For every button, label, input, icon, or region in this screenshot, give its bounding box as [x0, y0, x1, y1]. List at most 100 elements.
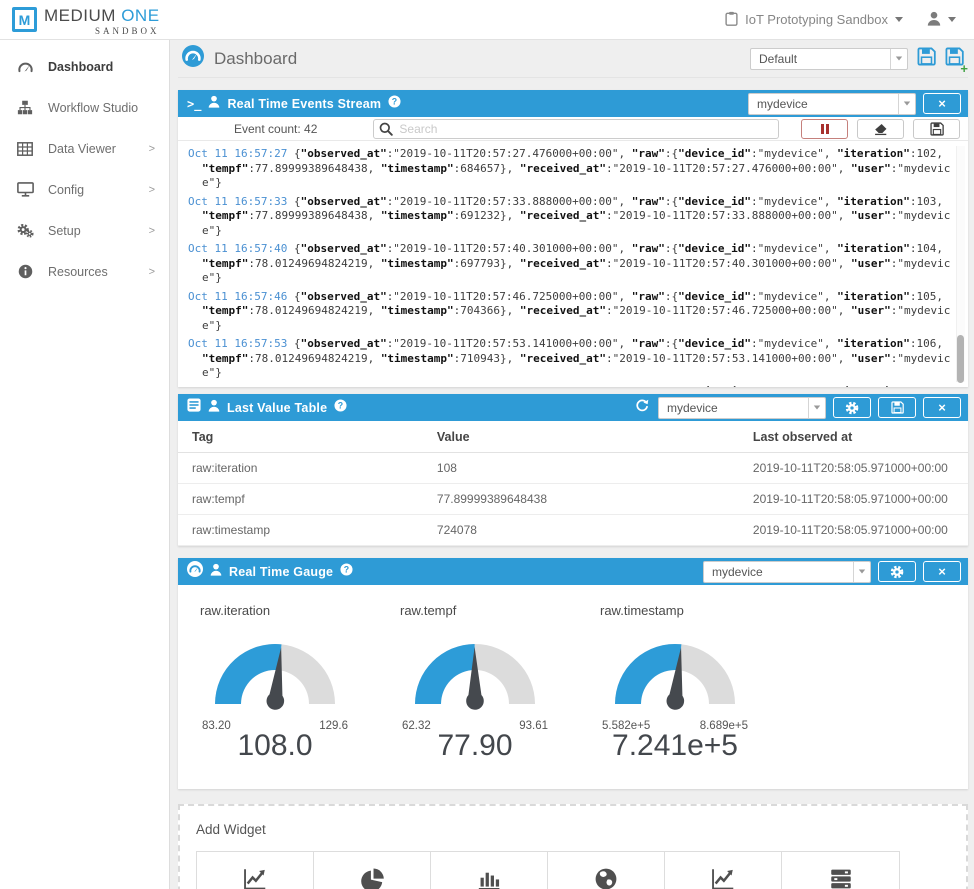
sidebar-item-dashboard[interactable]: Dashboard — [0, 46, 169, 87]
clear-stream-button[interactable] — [857, 119, 904, 139]
user-menu[interactable] — [927, 11, 956, 29]
add-widget-pie-chart[interactable]: Grouped UsersPie Chart — [314, 852, 431, 889]
chevron-down-icon — [895, 17, 903, 22]
terminal-icon: >_ — [187, 97, 201, 111]
gauge-chart — [600, 630, 750, 714]
last-observed-cell: 2019-10-11T20:58:05.971000+00:00 — [739, 484, 968, 515]
widget-type-strip: Grouped UsersLine ChartGrouped UsersPie … — [196, 851, 900, 889]
chevron-down-icon — [808, 398, 825, 418]
sidebar-item-label: Resources — [48, 265, 149, 279]
logo-mark-icon: M — [12, 7, 37, 32]
close-panel-button[interactable]: × — [923, 93, 961, 114]
geopoint-icon — [552, 865, 660, 889]
add-widget-geopoint-chart[interactable]: Grouped UsersGeoPoint Chart — [548, 852, 665, 889]
chevron-right-icon: > — [149, 143, 155, 155]
close-icon: × — [938, 400, 946, 415]
events-log[interactable]: Oct 11 16:57:27 {"observed_at":"2019-10-… — [178, 141, 968, 387]
sidebar-item-config[interactable]: Config> — [0, 169, 169, 210]
close-panel-button[interactable]: × — [923, 397, 961, 418]
save-dashboard-button[interactable] — [917, 47, 936, 71]
close-icon: × — [938, 564, 946, 579]
add-widget-cross-filter-chart[interactable]: Single UserCross Filter Chart — [782, 852, 899, 889]
tachometer-icon — [16, 59, 34, 74]
workspace-label: IoT Prototyping Sandbox — [745, 12, 888, 27]
save-button[interactable] — [878, 397, 916, 418]
sidebar-item-resources[interactable]: Resources> — [0, 251, 169, 292]
table-row[interactable]: raw:iteration1082019-10-11T20:58:05.9710… — [178, 453, 968, 484]
pie-chart-icon — [318, 865, 426, 889]
gear-icon — [845, 401, 859, 415]
refresh-icon[interactable] — [635, 398, 649, 417]
event-log-entry: Oct 11 16:57:33 {"observed_at":"2019-10-… — [188, 195, 952, 239]
chevron-down-icon — [898, 94, 915, 114]
settings-button[interactable] — [878, 561, 916, 582]
user-icon — [208, 399, 220, 417]
sidebar-item-label: Workflow Studio — [48, 101, 155, 115]
close-panel-button[interactable]: × — [923, 561, 961, 582]
last-observed-cell: 2019-10-11T20:58:05.971000+00:00 — [739, 515, 968, 546]
help-icon[interactable]: ? — [334, 399, 347, 417]
event-log-entry: Oct 11 16:57:46 {"observed_at":"2019-10-… — [188, 290, 952, 334]
add-widget-bar-chart[interactable]: Grouped UsersBar Chart — [431, 852, 548, 889]
event-log-entry: Oct 11 16:57:40 {"observed_at":"2019-10-… — [188, 242, 952, 286]
dashboard-select[interactable]: Default — [750, 48, 908, 70]
event-log-entry: Oct 11 16:57:59 {"observed_at":"2019-10-… — [188, 385, 952, 388]
chevron-down-icon — [890, 49, 907, 69]
gauge-icon — [187, 561, 203, 582]
panel-title: Last Value Table — [227, 401, 327, 415]
events-stream-header: >_ Real Time Events Stream ? mydevice × — [178, 90, 968, 117]
gauge-chart — [400, 630, 550, 714]
add-widget-line-chart[interactable]: Single UserLine Chart — [665, 852, 782, 889]
events-stream-panel: >_ Real Time Events Stream ? mydevice × … — [178, 90, 968, 387]
brand-name: MEDIUM ONE — [44, 7, 160, 24]
sitemap-icon — [16, 100, 34, 115]
brand-subtitle: SANDBOX — [44, 27, 160, 36]
top-bar: M MEDIUM ONE SANDBOX IoT Prototyping San… — [0, 0, 974, 40]
line-chart-icon — [669, 865, 777, 889]
gear-icon — [890, 565, 904, 579]
save-as-new-dashboard-button[interactable]: + — [945, 47, 964, 71]
pause-icon — [821, 124, 824, 134]
device-select[interactable]: mydevice — [703, 561, 871, 583]
sidebar-item-workflow-studio[interactable]: Workflow Studio — [0, 87, 169, 128]
cross-filter-icon — [786, 865, 895, 889]
add-widget-title: Add Widget — [196, 822, 950, 837]
last-observed-cell: 2019-10-11T20:58:05.971000+00:00 — [739, 453, 968, 484]
device-select[interactable]: mydevice — [658, 397, 826, 419]
tag-cell: raw:timestamp — [178, 515, 423, 546]
svg-text:?: ? — [392, 96, 397, 106]
chevron-down-icon — [948, 17, 956, 22]
dashboard-gauge-icon — [182, 45, 204, 72]
value-cell: 77.89999389648438 — [423, 484, 739, 515]
pause-stream-button[interactable] — [801, 119, 848, 139]
scrollbar[interactable] — [956, 146, 965, 382]
sidebar-item-label: Dashboard — [48, 60, 155, 74]
value-cell: 108 — [423, 453, 739, 484]
sidebar-item-setup[interactable]: Setup> — [0, 210, 169, 251]
gauge-header: Real Time Gauge ? mydevice × — [178, 558, 968, 585]
user-icon — [927, 11, 941, 29]
eraser-icon — [873, 122, 888, 136]
event-count-label: Event count: 42 — [234, 122, 317, 136]
event-log-entry: Oct 11 16:57:53 {"observed_at":"2019-10-… — [188, 337, 952, 381]
sidebar-item-data-viewer[interactable]: Data Viewer> — [0, 128, 169, 169]
settings-button[interactable] — [833, 397, 871, 418]
scrollbar-thumb[interactable] — [957, 335, 964, 383]
table-row[interactable]: raw:tempf77.899993896484382019-10-11T20:… — [178, 484, 968, 515]
help-icon[interactable]: ? — [340, 563, 353, 581]
gauges-container: raw.iteration83.20129.6108.0raw.tempf62.… — [178, 585, 968, 789]
add-widget-line-chart[interactable]: Grouped UsersLine Chart — [197, 852, 314, 889]
search-input[interactable] — [373, 119, 779, 139]
tag-cell: raw:iteration — [178, 453, 423, 484]
table-row[interactable]: raw:timestamp7240782019-10-11T20:58:05.9… — [178, 515, 968, 546]
gauge-min-label: 83.20 — [202, 720, 231, 732]
chevron-down-icon — [853, 562, 870, 582]
device-select[interactable]: mydevice — [748, 93, 916, 115]
plus-icon: + — [960, 61, 968, 76]
save-stream-button[interactable] — [913, 119, 960, 139]
panel-title: Real Time Gauge — [229, 565, 333, 579]
cogs-icon — [16, 223, 34, 238]
gauge-raw.iteration: raw.iteration83.20129.6108.0 — [200, 603, 378, 763]
workspace-selector[interactable]: IoT Prototyping Sandbox — [725, 11, 903, 29]
help-icon[interactable]: ? — [388, 95, 401, 113]
